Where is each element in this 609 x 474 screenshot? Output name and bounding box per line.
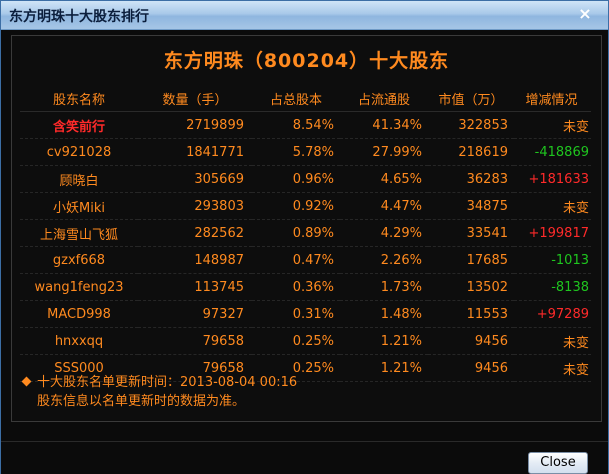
cell-total-pct: 0.47% [252, 246, 340, 274]
cell-market-value: 13502 [428, 273, 514, 301]
cell-float-pct: 27.99% [340, 138, 428, 166]
cell-market-value: 34875 [428, 192, 514, 220]
cell-quantity: 97327 [138, 300, 252, 328]
cell-shareholder-name: 顾晓白 [20, 165, 138, 193]
cell-market-value: 9456 [428, 354, 514, 382]
update-note: 十大股东名单更新时间：2013-08-04 00:16 股东信息以名单更新时的数… [20, 373, 297, 411]
cell-market-value: 11553 [428, 300, 514, 328]
cell-shareholder-name: wang1feng23 [20, 273, 138, 301]
cell-market-value: 218619 [428, 138, 514, 166]
cell-shareholder-name: hnxxqq [20, 327, 138, 355]
cell-float-pct: 2.26% [340, 246, 428, 274]
cell-quantity: 113745 [138, 273, 252, 301]
cell-change: +181633 [514, 165, 591, 193]
cell-change: 未变 [514, 111, 591, 139]
cell-change: -8138 [514, 273, 591, 301]
cell-change: +97289 [514, 300, 591, 328]
cell-float-pct: 1.21% [340, 327, 428, 355]
table-row[interactable]: hnxxqq 79658 0.25% 1.21% 9456 未变 [20, 327, 591, 355]
cell-total-pct: 0.96% [252, 165, 340, 193]
cell-total-pct: 0.31% [252, 300, 340, 328]
cell-shareholder-name: 含笑前行 [20, 111, 138, 139]
cell-change: 未变 [514, 192, 591, 220]
cell-total-pct: 5.78% [252, 138, 340, 166]
cell-float-pct: 1.48% [340, 300, 428, 328]
cell-market-value: 17685 [428, 246, 514, 274]
diamond-bullet-icon [21, 376, 32, 387]
cell-change: -418869 [514, 138, 591, 166]
column-header-total-pct: 占总股本 [252, 85, 340, 112]
panel-heading: 东方明珠（800204）十大股东 [163, 50, 450, 72]
cell-shareholder-name: 小妖Miki [20, 192, 138, 220]
cell-float-pct: 41.34% [340, 111, 428, 139]
table-header-row: 股东名称 数量（手） 占总股本 占流通股 市值（万） 增减情况 [20, 85, 591, 112]
update-time-text: 十大股东名单更新时间：2013-08-04 00:16 [37, 375, 298, 390]
table-row[interactable]: 上海雪山飞狐 282562 0.89% 4.29% 33541 +199817 [20, 219, 591, 247]
cell-quantity: 2719899 [138, 111, 252, 139]
cell-float-pct: 4.47% [340, 192, 428, 220]
cell-market-value: 322853 [428, 111, 514, 139]
column-header-float-pct: 占流通股 [340, 85, 428, 112]
cell-quantity: 305669 [138, 165, 252, 193]
table-row[interactable]: 小妖Miki 293803 0.92% 4.47% 34875 未变 [20, 192, 591, 220]
column-header-change: 增减情况 [514, 85, 591, 112]
cell-quantity: 1841771 [138, 138, 252, 166]
cell-quantity: 79658 [138, 327, 252, 355]
column-header-name: 股东名称 [20, 85, 138, 112]
dialog-window: 东方明珠十大股东排行 × 东方明珠（800204）十大股东 股东名称 数量（手）… [0, 0, 609, 474]
close-icon[interactable]: × [576, 5, 594, 23]
cell-total-pct: 8.54% [252, 111, 340, 139]
cell-market-value: 33541 [428, 219, 514, 247]
data-disclaimer-text: 股东信息以名单更新时的数据为准。 [37, 394, 246, 409]
shareholders-panel: 东方明珠（800204）十大股东 股东名称 数量（手） 占总股本 占流通股 市值… [11, 35, 602, 422]
cell-total-pct: 0.92% [252, 192, 340, 220]
cell-float-pct: 4.29% [340, 219, 428, 247]
dialog-footer: Close [1, 441, 608, 474]
cell-quantity: 282562 [138, 219, 252, 247]
window-title: 东方明珠十大股东排行 [9, 9, 149, 25]
cell-total-pct: 0.36% [252, 273, 340, 301]
cell-shareholder-name: cv921028 [20, 138, 138, 166]
cell-change: 未变 [514, 354, 591, 382]
cell-total-pct: 0.89% [252, 219, 340, 247]
table-row[interactable]: 顾晓白 305669 0.96% 4.65% 36283 +181633 [20, 165, 591, 193]
cell-float-pct: 1.73% [340, 273, 428, 301]
title-bar[interactable]: 东方明珠十大股东排行 × [1, 1, 608, 30]
shareholders-table: 股东名称 数量（手） 占总股本 占流通股 市值（万） 增减情况 含笑前行 2719… [20, 85, 591, 382]
table-row[interactable]: gzxf668 148987 0.47% 2.26% 17685 -1013 [20, 246, 591, 274]
table-row[interactable]: cv921028 1841771 5.78% 27.99% 218619 -418869 [20, 138, 591, 166]
cell-market-value: 36283 [428, 165, 514, 193]
column-header-market-value: 市值（万） [428, 85, 514, 112]
table-row[interactable]: wang1feng23 113745 0.36% 1.73% 13502 -8138 [20, 273, 591, 301]
cell-float-pct: 4.65% [340, 165, 428, 193]
table-row[interactable]: MACD998 97327 0.31% 1.48% 11553 +97289 [20, 300, 591, 328]
close-button[interactable]: Close [528, 452, 588, 474]
table-row[interactable]: 含笑前行 2719899 8.54% 41.34% 322853 未变 [20, 111, 591, 139]
cell-change: 未变 [514, 327, 591, 355]
table-body: 含笑前行 2719899 8.54% 41.34% 322853 未变 cv921028 18… [20, 111, 591, 382]
cell-shareholder-name: gzxf668 [20, 246, 138, 274]
cell-total-pct: 0.25% [252, 327, 340, 355]
cell-change: +199817 [514, 219, 591, 247]
cell-float-pct: 1.21% [340, 354, 428, 382]
cell-shareholder-name: 上海雪山飞狐 [20, 219, 138, 247]
cell-quantity: 293803 [138, 192, 252, 220]
cell-market-value: 9456 [428, 327, 514, 355]
cell-quantity: 148987 [138, 246, 252, 274]
cell-shareholder-name: MACD998 [20, 300, 138, 328]
cell-change: -1013 [514, 246, 591, 274]
column-header-quantity: 数量（手） [138, 85, 252, 112]
